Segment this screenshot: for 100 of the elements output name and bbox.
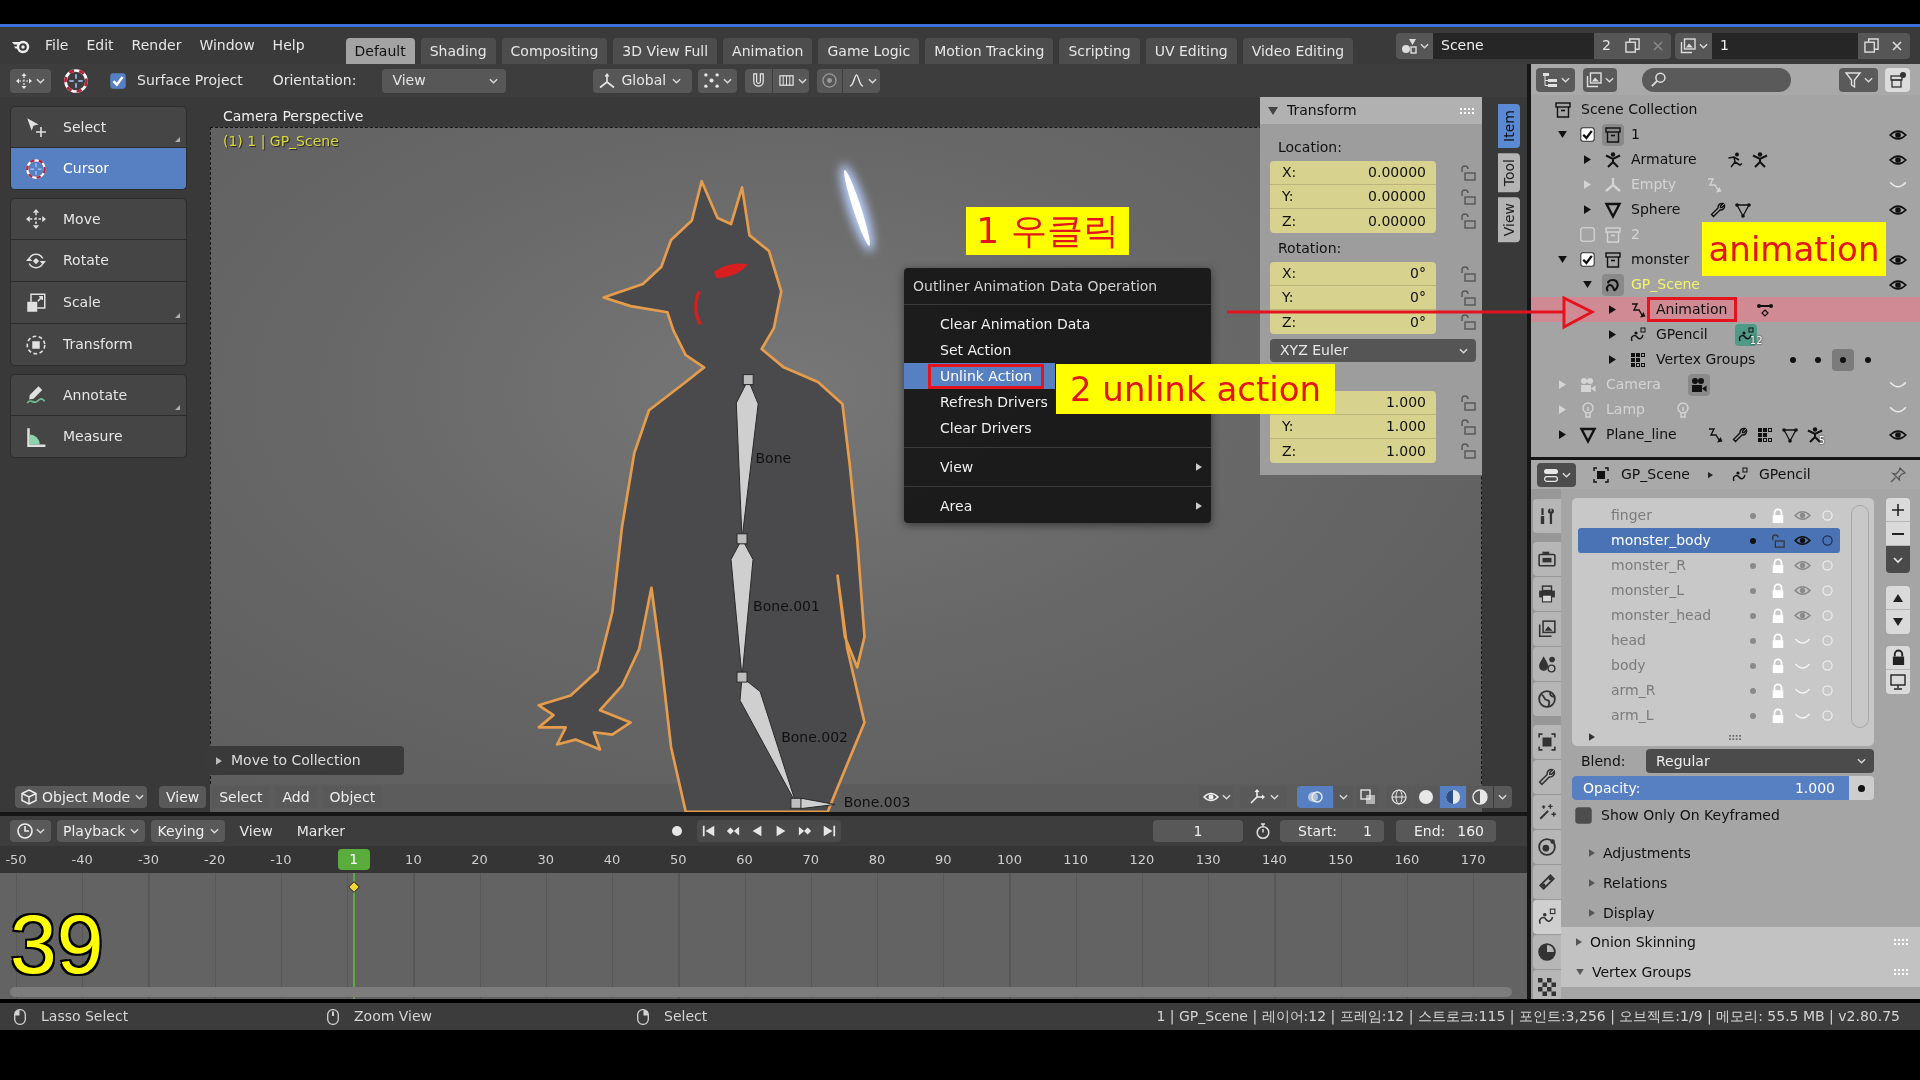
tool-button[interactable]: Measure bbox=[10, 416, 187, 458]
menu-item[interactable]: View bbox=[904, 454, 1211, 480]
toggle-button[interactable] bbox=[1297, 786, 1333, 808]
properties-tab[interactable] bbox=[1533, 647, 1561, 681]
subpanel-header[interactable]: Adjustments bbox=[1572, 838, 1910, 868]
dot-icon[interactable] bbox=[1790, 356, 1797, 363]
eye-icon[interactable] bbox=[1889, 153, 1907, 166]
snap-toggle[interactable] bbox=[745, 68, 773, 93]
mode-dropdown[interactable]: Object Mode bbox=[15, 786, 147, 808]
zigzag-arrow-icon[interactable] bbox=[1706, 426, 1723, 443]
properties-tab[interactable] bbox=[1533, 542, 1561, 576]
display-button[interactable] bbox=[1886, 670, 1910, 694]
menu-item[interactable]: File bbox=[36, 34, 78, 57]
menu-item[interactable]: Edit bbox=[77, 34, 123, 57]
sidebar-tab[interactable]: View bbox=[1498, 197, 1520, 243]
number-field[interactable]: Y: 0° bbox=[1270, 286, 1436, 310]
move-up-button[interactable] bbox=[1886, 586, 1910, 610]
open-padlock-icon[interactable] bbox=[1460, 443, 1476, 459]
workspace-tab[interactable]: Default bbox=[345, 38, 415, 64]
running-figure-icon[interactable] bbox=[1726, 151, 1743, 168]
open-padlock-icon[interactable] bbox=[1460, 290, 1476, 306]
checkbox[interactable] bbox=[110, 72, 126, 89]
filter-dropdown[interactable] bbox=[1839, 67, 1878, 92]
pivot-dropdown[interactable] bbox=[698, 68, 738, 93]
checkbox[interactable] bbox=[1575, 806, 1592, 824]
dot-icon[interactable] bbox=[1865, 356, 1872, 363]
checkbox[interactable] bbox=[1580, 127, 1595, 142]
tool-button[interactable]: Select bbox=[10, 106, 187, 148]
menu-button[interactable]: Add bbox=[275, 786, 317, 808]
sidebar-tab[interactable]: Item bbox=[1498, 104, 1520, 148]
disclosure-triangle-icon[interactable] bbox=[1558, 256, 1567, 263]
transform-mode-dropdown[interactable] bbox=[10, 68, 51, 93]
shading-button[interactable] bbox=[1440, 786, 1466, 808]
search-field[interactable] bbox=[1642, 67, 1791, 92]
current-frame-field[interactable]: 1 bbox=[1153, 820, 1243, 842]
disclosure-triangle-icon[interactable] bbox=[1584, 155, 1591, 164]
falloff-dropdown[interactable] bbox=[843, 68, 881, 93]
dot-icon[interactable] bbox=[1815, 356, 1822, 363]
tool-button[interactable]: Move bbox=[10, 198, 187, 240]
outliner-row[interactable]: monster bbox=[1531, 247, 1690, 272]
outliner-row[interactable]: GPencil 12 bbox=[1531, 322, 1766, 347]
disclosure-triangle-icon[interactable] bbox=[1609, 305, 1616, 314]
tool-button[interactable]: Cursor bbox=[10, 148, 187, 190]
properties-tab[interactable] bbox=[1533, 725, 1561, 759]
panel-header[interactable]: Onion Skinning bbox=[1561, 927, 1920, 957]
number-field[interactable]: Z: 0° bbox=[1270, 310, 1436, 334]
properties-tab[interactable] bbox=[1533, 682, 1561, 716]
workspace-tab[interactable]: 3D View Full bbox=[613, 38, 718, 64]
disclosure-triangle-icon[interactable] bbox=[1583, 281, 1592, 288]
rotation-mode-dropdown[interactable]: XYZ Euler bbox=[1270, 339, 1476, 362]
checkbox[interactable] bbox=[1580, 252, 1595, 267]
number-field[interactable]: X: 0° bbox=[1270, 262, 1436, 286]
ring-icon[interactable] bbox=[1822, 535, 1833, 546]
disclosure-triangle-icon[interactable] bbox=[1584, 205, 1591, 214]
keyframe-icon[interactable] bbox=[1757, 301, 1774, 318]
menu-item[interactable]: Render bbox=[122, 34, 191, 57]
close-button[interactable] bbox=[1884, 32, 1910, 59]
number-field[interactable]: Z: 1.000 bbox=[1270, 439, 1436, 463]
properties-tab[interactable] bbox=[1533, 865, 1561, 899]
scene-menu-button[interactable] bbox=[1396, 32, 1433, 59]
number-field[interactable]: X: 0.00000 bbox=[1270, 161, 1436, 185]
editor-type-button[interactable] bbox=[10, 820, 51, 842]
eye-icon[interactable] bbox=[1889, 278, 1907, 291]
menu-item[interactable]: Refresh Drivers bbox=[904, 389, 1055, 415]
number-field[interactable]: Z: 0.00000 bbox=[1270, 209, 1436, 233]
open-padlock-icon[interactable] bbox=[1460, 189, 1476, 205]
playback-button[interactable] bbox=[697, 820, 721, 842]
stopwatch-icon[interactable] bbox=[1255, 823, 1271, 839]
move-down-button[interactable] bbox=[1886, 610, 1910, 634]
menu-dropdown[interactable]: Keying bbox=[151, 820, 225, 842]
workspace-tab[interactable]: Animation bbox=[723, 38, 813, 64]
scene-name-field[interactable]: Scene bbox=[1433, 32, 1594, 59]
eye-icon[interactable] bbox=[1889, 203, 1907, 216]
outliner-row[interactable]: Plane_line 5 bbox=[1531, 422, 1835, 447]
subpanel-header[interactable]: Display bbox=[1572, 898, 1910, 928]
start-frame-field[interactable]: Start: 1 bbox=[1280, 820, 1384, 842]
tool-button[interactable]: Scale bbox=[10, 282, 187, 324]
add-button[interactable] bbox=[1886, 498, 1910, 522]
number-field[interactable]: Y: 0.00000 bbox=[1270, 185, 1436, 209]
view-layer-menu-button[interactable] bbox=[1675, 32, 1712, 59]
pin-icon[interactable] bbox=[1890, 466, 1906, 483]
menu-button[interactable]: Select bbox=[212, 786, 270, 808]
cursor-icon[interactable] bbox=[64, 68, 88, 93]
properties-tab[interactable] bbox=[1533, 935, 1561, 969]
camera-icon[interactable] bbox=[1687, 373, 1710, 396]
properties-tab[interactable] bbox=[1533, 760, 1561, 794]
open-padlock-icon[interactable] bbox=[1460, 213, 1476, 229]
panel-header[interactable]: Vertex Groups bbox=[1561, 957, 1920, 987]
disclosure-triangle-icon[interactable] bbox=[1589, 733, 1595, 741]
proportional-edit-toggle[interactable] bbox=[817, 68, 843, 93]
properties-tab[interactable] bbox=[1533, 499, 1561, 533]
blend-dropdown[interactable]: Regular bbox=[1646, 749, 1874, 773]
outliner-row[interactable]: Sphere bbox=[1531, 197, 1752, 222]
display-mode-dropdown[interactable] bbox=[1536, 67, 1575, 92]
menu-button[interactable]: Marker bbox=[291, 822, 351, 840]
open-padlock-icon[interactable] bbox=[1460, 395, 1476, 411]
workspace-tab[interactable]: Motion Tracking bbox=[925, 38, 1054, 64]
vertices-icon[interactable] bbox=[1735, 201, 1752, 218]
orientation-dropdown[interactable]: View bbox=[382, 68, 507, 93]
disclosure-triangle-icon[interactable] bbox=[1559, 430, 1566, 439]
